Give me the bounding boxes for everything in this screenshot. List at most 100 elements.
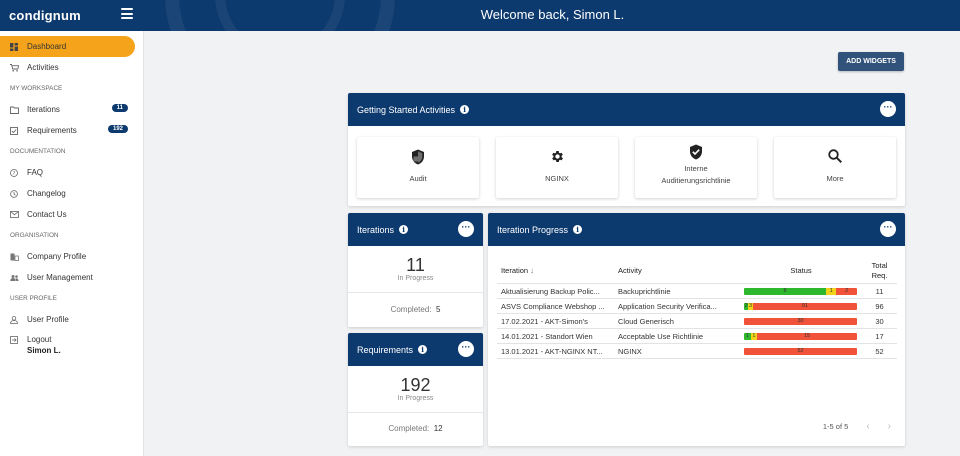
status-progress-bar: 30 [744,317,857,325]
user-icon [10,315,27,324]
more-options-button[interactable]: ··· [458,221,474,237]
table-row[interactable]: ASVS Compliance Webshop ... Application S… [497,299,897,314]
cell-total: 52 [875,346,884,356]
tile-label: NGINX [545,174,569,183]
status-segment-in-progress: 1 [750,332,758,340]
logout-icon [10,336,27,344]
sidebar-item-label: Requirements [27,126,77,135]
add-widgets-button[interactable]: ADD WIDGETS [838,52,904,71]
activity-tile-interne-auditierungsrichtlinie[interactable]: Interne Auditierungsrichtlinie [635,137,757,198]
sidebar-item-user-profile[interactable]: User Profile [0,309,143,330]
column-header-status[interactable]: Status [740,266,862,275]
cell-status: 2 3 91 [740,302,862,310]
pagination: 1-5 of 5 ‹ › [823,421,891,432]
info-icon[interactable]: i [418,345,428,354]
mail-icon [10,211,27,218]
card-header: Iteration Progress i ··· [488,213,905,246]
cell-status: 812 [740,287,862,295]
chevron-right-icon[interactable]: › [888,421,891,432]
section-title-documentation: DOCUMENTATION [10,148,66,155]
tile-label: Interne [684,164,708,173]
cell-status: 30 [740,317,862,325]
menu-toggle-icon[interactable] [121,8,133,20]
sidebar-item-label: Dashboard [27,42,67,51]
status-progress-bar: 52 [744,347,857,355]
card-header: Requirements i ··· [348,333,483,366]
iterations-status: In Progress [397,275,434,282]
status-segment-open: 2 [836,287,857,295]
sidebar-item-label: Company Profile [27,252,87,261]
cell-iteration: 17.02.2021 - AKT-Simon's [501,316,588,326]
sidebar-item-changelog[interactable]: Changelog [0,183,143,204]
table-row[interactable]: 13.01.2021 - AKT-NGINX NT... NGINX 52 52 [497,344,897,359]
cell-activity: NGINX [618,346,642,356]
iterations-completed: Completed: 5 [390,305,441,314]
activity-tile-more[interactable]: More [774,137,896,198]
status-progress-bar: 2 3 91 [744,302,857,310]
more-options-button[interactable]: ··· [458,341,474,357]
cart-icon [10,63,27,72]
sidebar-item-requirements[interactable]: Requirements 192 [0,120,143,141]
sidebar-item-dashboard[interactable]: Dashboard [0,36,135,57]
chevron-left-icon[interactable]: ‹ [866,421,869,432]
table-row[interactable]: 14.01.2021 - Standort Wien Acceptable Use… [497,329,897,344]
status-segment-open: 30 [744,317,857,325]
more-options-button[interactable]: ··· [880,101,896,117]
cell-iteration: ASVS Compliance Webshop ... [501,301,605,311]
section-title-workspace: MY WORKSPACE [10,85,63,92]
verified-icon [635,144,757,160]
cell-iteration: 13.01.2021 - AKT-NGINX NT... [501,346,603,356]
requirements-count-badge: 192 [107,125,128,133]
card-title: Getting Started Activities [357,104,456,115]
info-icon[interactable]: i [573,225,583,234]
column-header-activity[interactable]: Activity [618,266,740,275]
top-bar: condignum Welcome back, Simon L. [0,0,960,31]
sidebar: Dashboard Activities MY WORKSPACE Iterat… [0,31,144,456]
status-segment-open: 52 [744,347,857,355]
users-icon [10,274,27,282]
tile-label: More [826,174,844,183]
iterations-card: Iterations i ··· 11 In Progress Complete… [348,213,483,327]
status-segment-done: 1 [744,332,751,340]
sidebar-item-contact-us[interactable]: Contact Us [0,204,143,225]
sidebar-item-company-profile[interactable]: Company Profile [0,246,143,267]
cell-activity: Acceptable Use Richtlinie [618,331,704,341]
table-row[interactable]: Aktualisierung Backup Polic... Backuprich… [497,284,897,299]
folder-icon [10,106,27,114]
sidebar-item-user-management[interactable]: User Management [0,267,143,288]
sidebar-item-activities[interactable]: Activities [0,57,143,78]
more-options-button[interactable]: ··· [880,221,896,237]
checkbox-icon [10,126,27,135]
sidebar-item-label: Logout [27,335,52,344]
status-segment-in-progress: 1 [826,287,837,295]
info-icon[interactable]: i [399,225,409,234]
sidebar-item-label: Contact Us [27,210,67,219]
column-header-iteration[interactable]: Iteration ↓ [497,266,618,275]
cell-activity: Cloud Generisch [618,316,674,326]
activity-tile-nginx[interactable]: NGINX [496,137,618,198]
info-icon[interactable]: i [460,105,470,114]
requirements-completed: Completed: 12 [388,424,443,433]
requirements-count: 192 [400,375,431,395]
column-header-total[interactable]: Total Req. [862,261,897,281]
iterations-count-badge: 11 [111,104,128,112]
requirements-completed-count: 12 [433,424,443,433]
getting-started-card: Getting Started Activities i ··· Audit N… [348,93,905,206]
iteration-progress-card: Iteration Progress i ··· Iteration ↓ Act… [488,213,905,446]
table-body: Aktualisierung Backup Polic... Backuprich… [497,284,897,359]
status-segment-done: 8 [744,287,827,295]
table-row[interactable]: 17.02.2021 - AKT-Simon's Cloud Generisch 3… [497,314,897,329]
pagination-range: 1-5 of 5 [822,422,849,431]
app-logo[interactable]: condignum [9,8,81,23]
sidebar-item-iterations[interactable]: Iterations 11 [0,99,143,120]
card-title: Iteration Progress [497,224,569,235]
cell-status: 1 1 15 [740,332,862,340]
tile-label: Audit [409,174,427,183]
status-progress-bar: 812 [744,287,857,295]
requirements-card: Requirements i ··· 192 In Progress Compl… [348,333,483,446]
iterations-count: 11 [406,255,425,275]
cell-total: 30 [875,316,884,326]
sidebar-item-faq[interactable]: ? FAQ [0,162,143,183]
activity-tile-audit[interactable]: Audit [357,137,479,198]
sidebar-item-logout[interactable]: Logout Simon L. [0,330,143,364]
